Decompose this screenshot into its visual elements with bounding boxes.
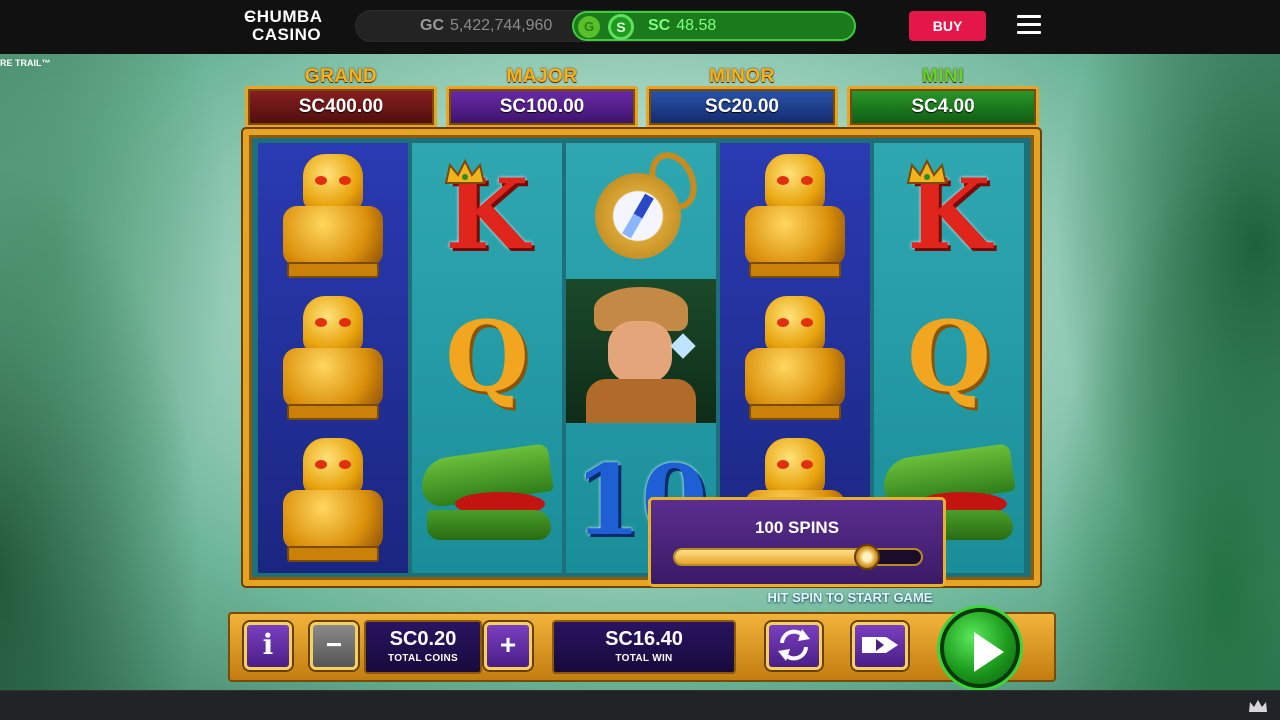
info-button[interactable]: i [244,622,292,670]
golden-idol-symbol [258,287,408,427]
sweeps-coin-toggle-icon[interactable]: S [608,14,634,40]
jackpot-value: SC400.00 [298,96,384,117]
total-win-caption: TOTAL WIN [615,653,673,664]
reel-2: K Q [412,143,562,573]
jackpot-major: MAJOR SC100.00 [446,66,638,130]
refresh-cycle-icon [778,629,810,661]
jackpot-grand: GRAND SC400.00 [245,66,437,130]
diamond-icon [670,333,696,359]
crown-icon [906,159,948,184]
autospin-popup: 100 SPINS [648,497,946,587]
sc-value: 48.58 [676,17,717,34]
game-title-fragment: RE TRAIL™ [0,58,51,68]
jackpot-minor: MINOR SC20.00 [646,66,838,130]
total-win-value: SC16.40 [605,628,683,650]
footer-bar [0,690,1280,720]
fast-forward-tag-icon [862,637,898,653]
top-bar: CHUMBA CASINO GC 5,422,744,960 G S SC 48.5… [0,0,1280,54]
control-bar: i − SC0.20 TOTAL COINS + SC16.40 TOTAL W… [228,608,1056,688]
king-card-symbol: K [444,158,529,271]
autospin-slider[interactable] [673,544,923,570]
game-scene: RE TRAIL™ GRAND SC400.00 MAJOR SC100.00 … [0,54,1280,690]
golden-idol-symbol [720,287,870,427]
golden-idol-symbol [258,145,408,285]
jackpot-title: MINOR [709,66,775,87]
hamburger-menu-icon[interactable] [1017,15,1041,35]
total-win-display: SC16.40 TOTAL WIN [552,620,736,674]
jackpot-value: SC20.00 [705,96,779,117]
jungle-background-left [0,54,260,690]
buy-button[interactable]: BUY [909,11,986,41]
autospin-slider-handle[interactable] [853,544,880,570]
chumba-casino-logo[interactable]: CHUMBA CASINO [244,8,336,46]
play-triangle-icon [974,632,1004,672]
spin-button[interactable] [940,608,1020,688]
increase-bet-button[interactable]: + [484,622,532,670]
total-coins-value: SC0.20 [389,628,457,650]
autospin-slider-fill [675,550,867,564]
turbo-button[interactable] [852,622,908,670]
jackpot-title: MAJOR [506,66,578,87]
explorer-symbol [566,279,716,423]
total-coins-display: SC0.20 TOTAL COINS [364,620,482,674]
queen-card-symbol: Q [907,300,991,413]
jackpot-value: SC4.00 [911,96,975,117]
total-coins-caption: TOTAL COINS [388,653,458,664]
gold-coin-toggle-icon[interactable]: G [578,16,600,38]
autoplay-button[interactable] [766,622,822,670]
spin-hint-text: HIT SPIN TO START GAME [767,590,933,605]
golden-idol-symbol [720,145,870,285]
queen-card-symbol: Q [445,300,529,413]
crocodile-symbol [412,429,562,569]
currency-balance-pill: GC 5,422,744,960 G S SC 48.58 [355,10,856,42]
logo-crown-icon [246,12,254,18]
crown-icon[interactable] [1248,699,1268,713]
jackpot-title: GRAND [304,66,378,87]
crown-icon [444,159,486,184]
jackpot-mini: MINI SC4.00 [847,66,1039,130]
sweeps-coin-balance[interactable]: G S SC 48.58 [572,11,856,41]
compass-symbol [566,143,716,277]
autospin-count-label: 100 SPINS [754,518,840,537]
jackpot-value: SC100.00 [499,96,585,117]
jungle-background-right [1000,54,1280,690]
jackpot-title: MINI [921,66,965,87]
golden-idol-symbol [258,429,408,569]
decrease-bet-button[interactable]: − [310,622,358,670]
king-card-symbol: K [906,158,991,271]
gold-coin-balance: GC 5,422,744,960 [420,17,553,34]
reel-1 [258,143,408,573]
